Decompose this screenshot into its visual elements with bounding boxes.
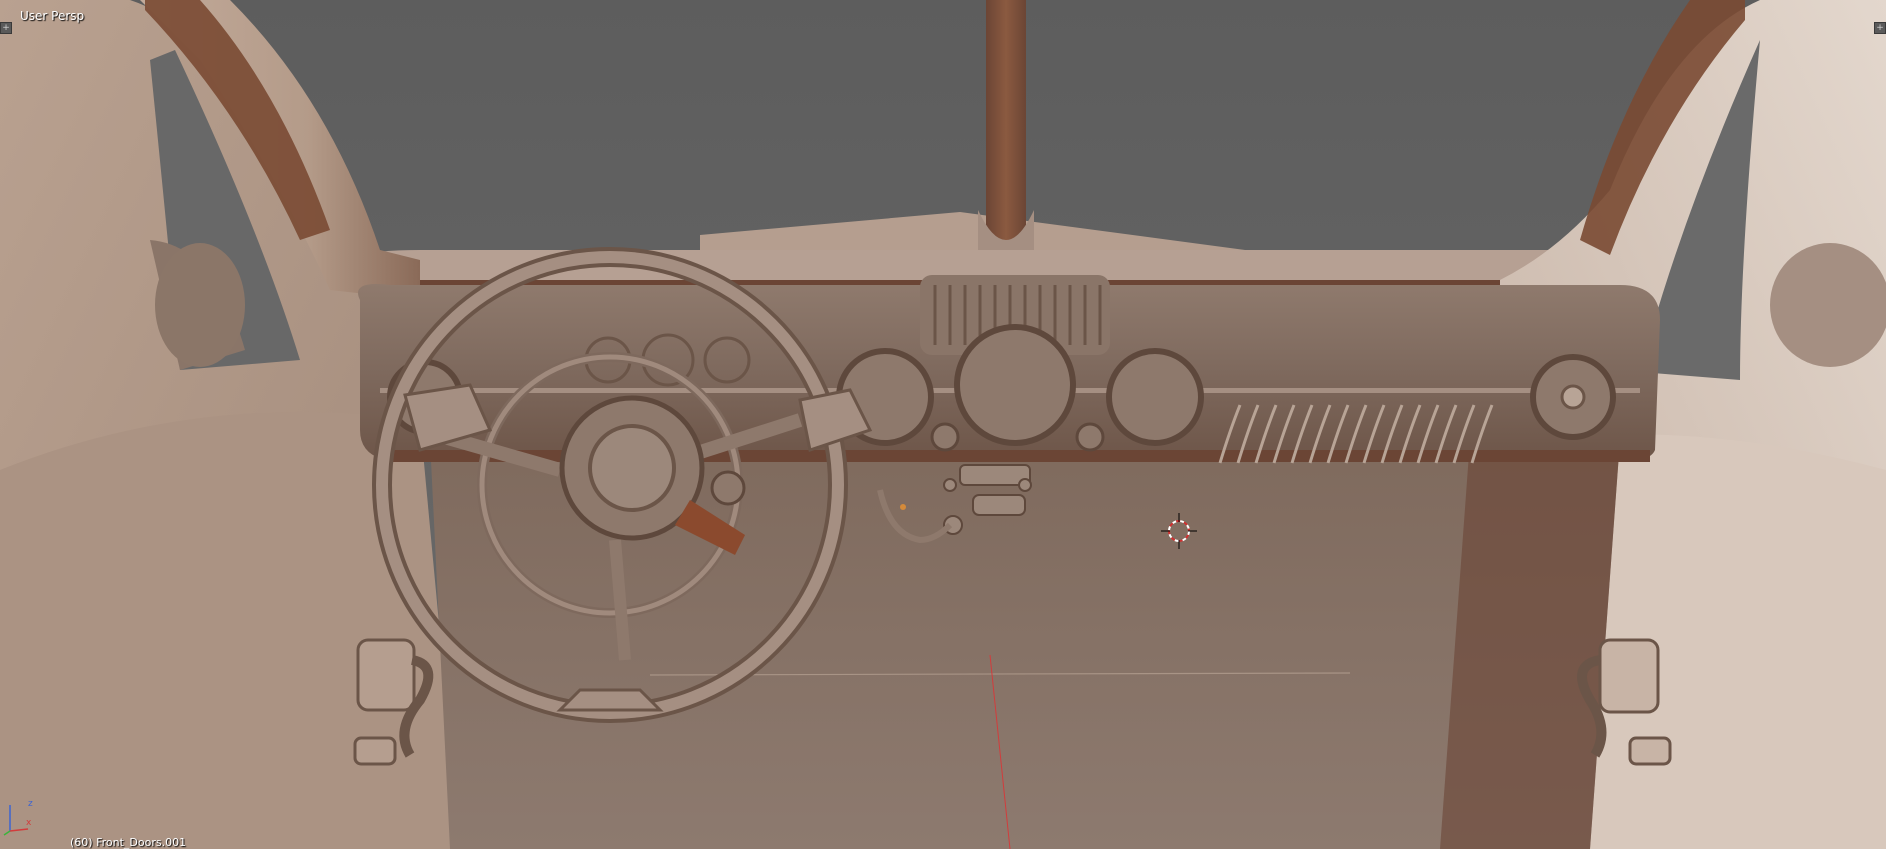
view-name-label: User Persp (20, 9, 85, 23)
car-interior-render (0, 0, 1886, 849)
active-object-label: (60) Front_Doors.001 (70, 836, 187, 849)
3d-viewport[interactable]: User Persp + + x z (60) Front_Doors.001 (0, 0, 1886, 849)
z-axis-label: z (28, 799, 33, 809)
plus-icon[interactable]: + (1874, 22, 1886, 34)
axis-gizmo-icon: x z (3, 799, 33, 836)
x-axis-label: x (26, 818, 32, 828)
plus-icon[interactable]: + (0, 22, 12, 34)
